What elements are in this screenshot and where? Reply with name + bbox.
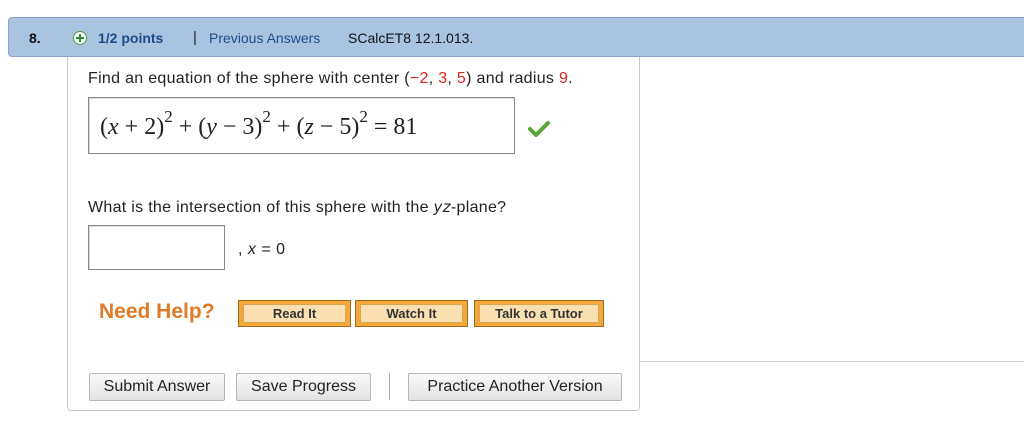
points-label: 1/2 points: [98, 30, 164, 46]
read-it-button[interactable]: Read It: [238, 300, 351, 327]
talk-to-tutor-button[interactable]: Talk to a Tutor: [474, 300, 604, 327]
save-progress-button[interactable]: Save Progress: [236, 373, 371, 401]
answer-2-input[interactable]: [88, 225, 225, 270]
need-help-label: Need Help?: [99, 300, 215, 323]
center-z-value: 5: [456, 70, 467, 87]
answer-1-equation: (x + 2)2 + (y − 3)2 + (z − 5)2 = 81: [100, 107, 418, 140]
question-source: SCalcET8 12.1.013.: [348, 30, 474, 46]
center-x-value: −2: [409, 70, 429, 87]
answer-2-suffix: , x = 0: [238, 241, 286, 258]
action-separator: [389, 373, 390, 400]
question-header: 8. 1/2 points | Previous Answers SCalcET…: [8, 17, 1024, 57]
question-1-text: Find an equation of the sphere with cent…: [88, 70, 573, 87]
previous-answers-link[interactable]: Previous Answers: [209, 30, 320, 46]
practice-another-version-button[interactable]: Practice Another Version: [408, 373, 622, 401]
question-number: 8.: [29, 30, 41, 46]
divider-line: [640, 361, 1024, 362]
check-icon: [528, 121, 550, 137]
plus-icon[interactable]: [73, 31, 87, 45]
question-2-text: What is the intersection of this sphere …: [88, 198, 507, 216]
radius-value: 9: [558, 70, 569, 87]
header-separator: |: [193, 29, 197, 46]
submit-answer-button[interactable]: Submit Answer: [89, 373, 225, 401]
watch-it-button[interactable]: Watch It: [355, 300, 468, 327]
